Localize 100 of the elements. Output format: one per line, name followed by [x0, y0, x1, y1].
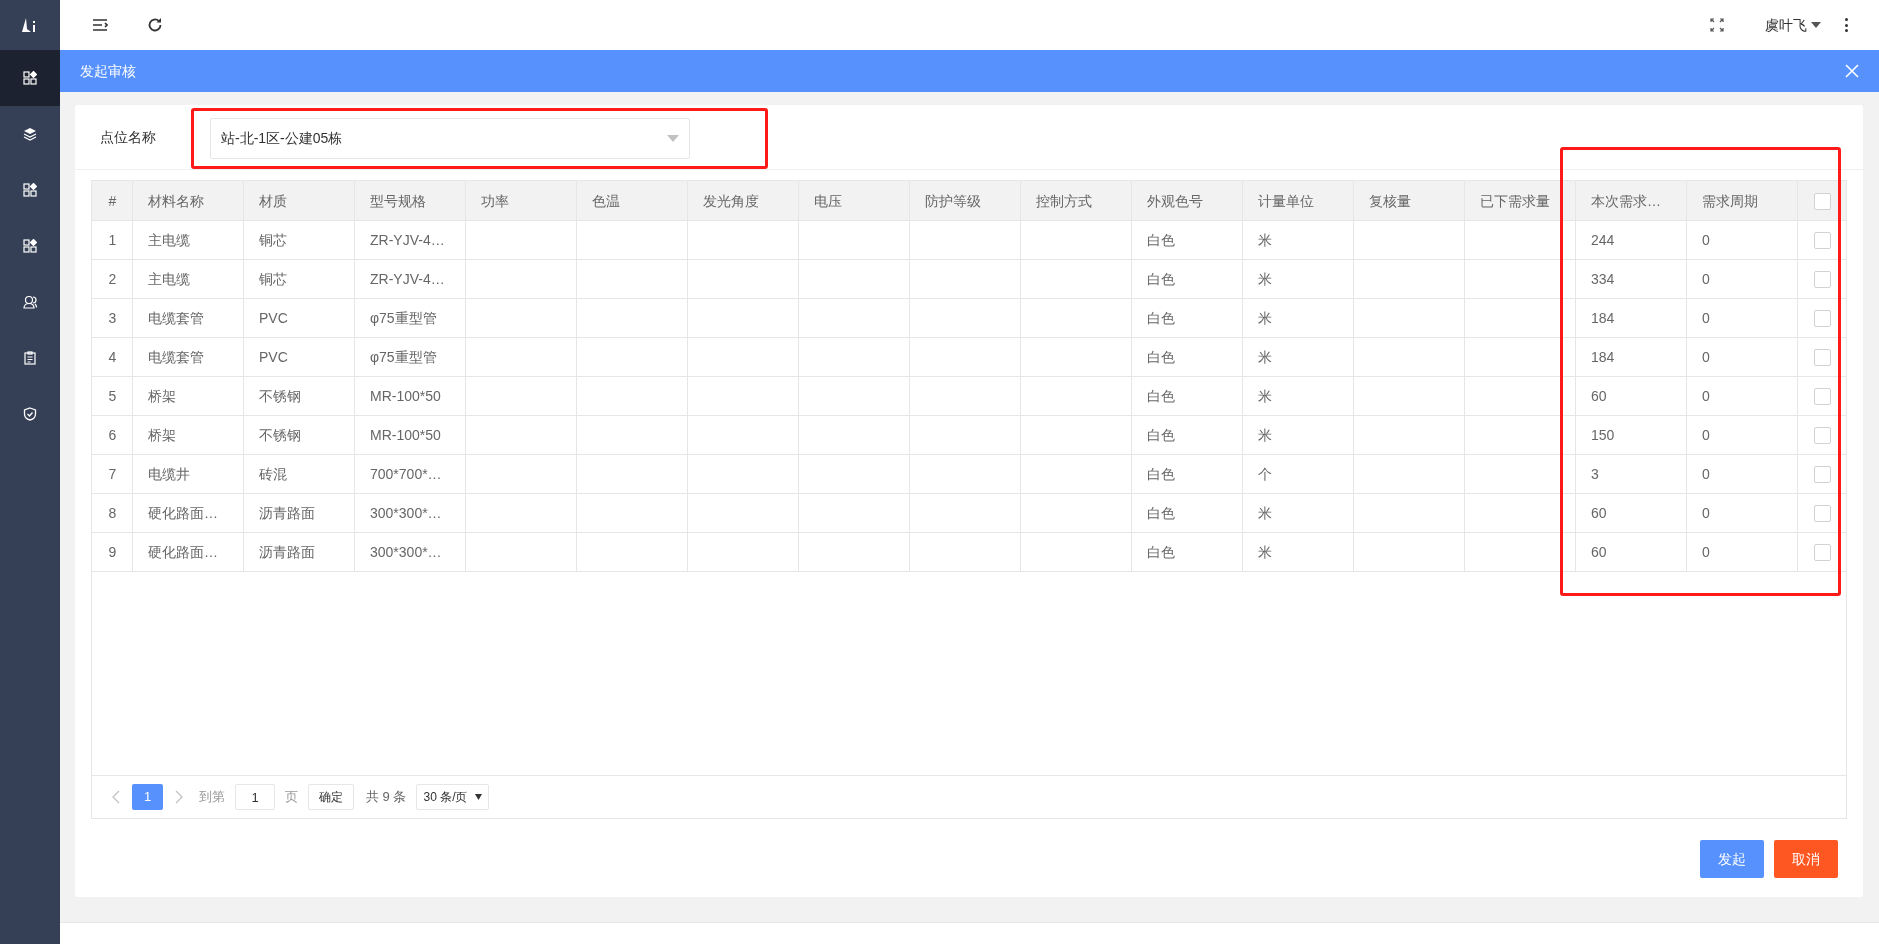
table-cell-text: 0: [1702, 348, 1710, 367]
user-menu[interactable]: 虞叶飞: [1765, 14, 1821, 36]
table-cell-text: PVC: [259, 309, 288, 328]
table-cell-text: 白色: [1147, 387, 1175, 406]
column-header: 计量单位: [1258, 191, 1314, 211]
checkbox[interactable]: [1813, 427, 1831, 444]
column-header: 功率: [481, 191, 509, 211]
table-cell-text: 0: [1702, 426, 1710, 445]
table-cell-text: 沥青路面: [259, 543, 315, 562]
checkbox[interactable]: [1813, 505, 1831, 522]
table-cell-text: 电缆套管: [148, 309, 204, 328]
table-cell-text: 米: [1258, 309, 1272, 328]
table-cell-text: 4: [108, 348, 117, 367]
table-cell-text: 0: [1702, 504, 1710, 523]
column-header: 材料名称: [148, 191, 204, 211]
checkbox[interactable]: [1813, 271, 1831, 288]
field-label: 点位名称: [100, 127, 157, 147]
clipboard-icon: [24, 351, 36, 365]
panel-title: 发起审核: [80, 61, 136, 81]
table-cell-text: 硬化路面…: [148, 543, 218, 562]
table-cell-text: 白色: [1147, 426, 1175, 445]
table-cell-text: 0: [1702, 387, 1710, 406]
column-header: 型号规格: [370, 191, 426, 211]
fullscreen-icon[interactable]: [1709, 17, 1725, 33]
table-cell-text: 8: [108, 504, 117, 523]
apps-icon: [23, 239, 37, 253]
column-header: 控制方式: [1036, 191, 1092, 211]
location-select[interactable]: 站-北-1区-公建05栋: [210, 118, 690, 159]
table-cell-text: 0: [1702, 543, 1710, 562]
column-header: 电压: [814, 191, 842, 211]
page-size-select[interactable]: 30 条/页: [416, 784, 490, 810]
table-cell-text: 白色: [1147, 270, 1175, 289]
apps-icon: [23, 183, 37, 197]
table-cell-text: 米: [1258, 426, 1272, 445]
table-cell-text: 铜芯: [259, 231, 287, 250]
table-cell-text: 白色: [1147, 504, 1175, 523]
table-cell-text: 6: [108, 426, 117, 445]
table-cell-text: 不锈钢: [259, 426, 301, 445]
column-header: 防护等级: [925, 191, 981, 211]
column-header: 色温: [592, 191, 620, 211]
table-cell-text: 白色: [1147, 465, 1175, 484]
caret-icon: [475, 794, 483, 800]
close-icon[interactable]: [1845, 64, 1859, 78]
caret-icon: [667, 135, 679, 142]
table-cell-text: 334: [1591, 270, 1615, 289]
confirm-button[interactable]: 确定: [308, 784, 354, 810]
caret-icon: [1811, 22, 1821, 28]
table-cell-text: 米: [1258, 231, 1272, 250]
layers-icon: [23, 127, 37, 141]
checkbox[interactable]: [1813, 349, 1831, 366]
table-cell-text: 150: [1591, 426, 1615, 445]
users-icon: [23, 295, 37, 309]
table-cell-text: 桥架: [148, 426, 176, 445]
table-cell-text: 不锈钢: [259, 387, 301, 406]
column-header: 材质: [259, 191, 287, 211]
table-cell-text: 3: [1591, 465, 1599, 484]
table-cell-text: 0: [1702, 465, 1710, 484]
table-cell-text: 9: [108, 543, 117, 562]
apps-icon: [23, 71, 37, 85]
table-cell-text: 桥架: [148, 387, 176, 406]
table-cell-text: 300*300*…: [370, 543, 442, 562]
table-cell-text: MR-100*50: [370, 387, 441, 406]
table-cell-text: 米: [1258, 387, 1272, 406]
checkbox[interactable]: [1813, 310, 1831, 327]
column-header: 发光角度: [703, 191, 759, 211]
shield-check-icon: [23, 407, 37, 421]
table-cell-text: ZR-YJV-4…: [370, 231, 445, 250]
table-cell-text: PVC: [259, 348, 288, 367]
checkbox[interactable]: [1813, 466, 1831, 483]
column-header: 外观色号: [1147, 191, 1203, 211]
table-cell-text: 个: [1258, 465, 1272, 484]
checkbox[interactable]: [1813, 232, 1831, 249]
column-header: 已下需求量: [1480, 191, 1550, 211]
table-cell-text: 60: [1591, 504, 1607, 523]
column-header: 本次需求…: [1591, 191, 1661, 211]
sidebar-item[interactable]: [0, 50, 60, 106]
page-label: 页: [285, 788, 298, 807]
table-cell-text: 沥青路面: [259, 504, 315, 523]
more-icon[interactable]: [1843, 17, 1849, 33]
table-cell-text: 700*700*…: [370, 465, 442, 484]
table-cell-text: 0: [1702, 231, 1710, 250]
table-cell-text: 60: [1591, 387, 1607, 406]
goto-label: 到第: [199, 788, 225, 807]
table-cell-text: 白色: [1147, 348, 1175, 367]
table-cell-text: 电缆井: [148, 465, 190, 484]
table-cell-text: 铜芯: [259, 270, 287, 289]
page-input[interactable]: 1: [235, 784, 275, 810]
total-count: 共 9 条: [366, 788, 407, 807]
table-cell-text: 0: [1702, 309, 1710, 328]
table-cell-text: ZR-YJV-4…: [370, 270, 445, 289]
table-cell-text: 主电缆: [148, 270, 190, 289]
table-cell-text: 244: [1591, 231, 1615, 250]
table-cell-text: 白色: [1147, 543, 1175, 562]
checkbox[interactable]: [1813, 544, 1831, 561]
table-cell-text: 300*300*…: [370, 504, 442, 523]
table-cell-text: 白色: [1147, 309, 1175, 328]
column-header: #: [108, 191, 117, 211]
checkbox[interactable]: [1813, 388, 1831, 405]
column-header: 需求周期: [1702, 191, 1758, 211]
table-cell-text: 1: [108, 231, 117, 250]
